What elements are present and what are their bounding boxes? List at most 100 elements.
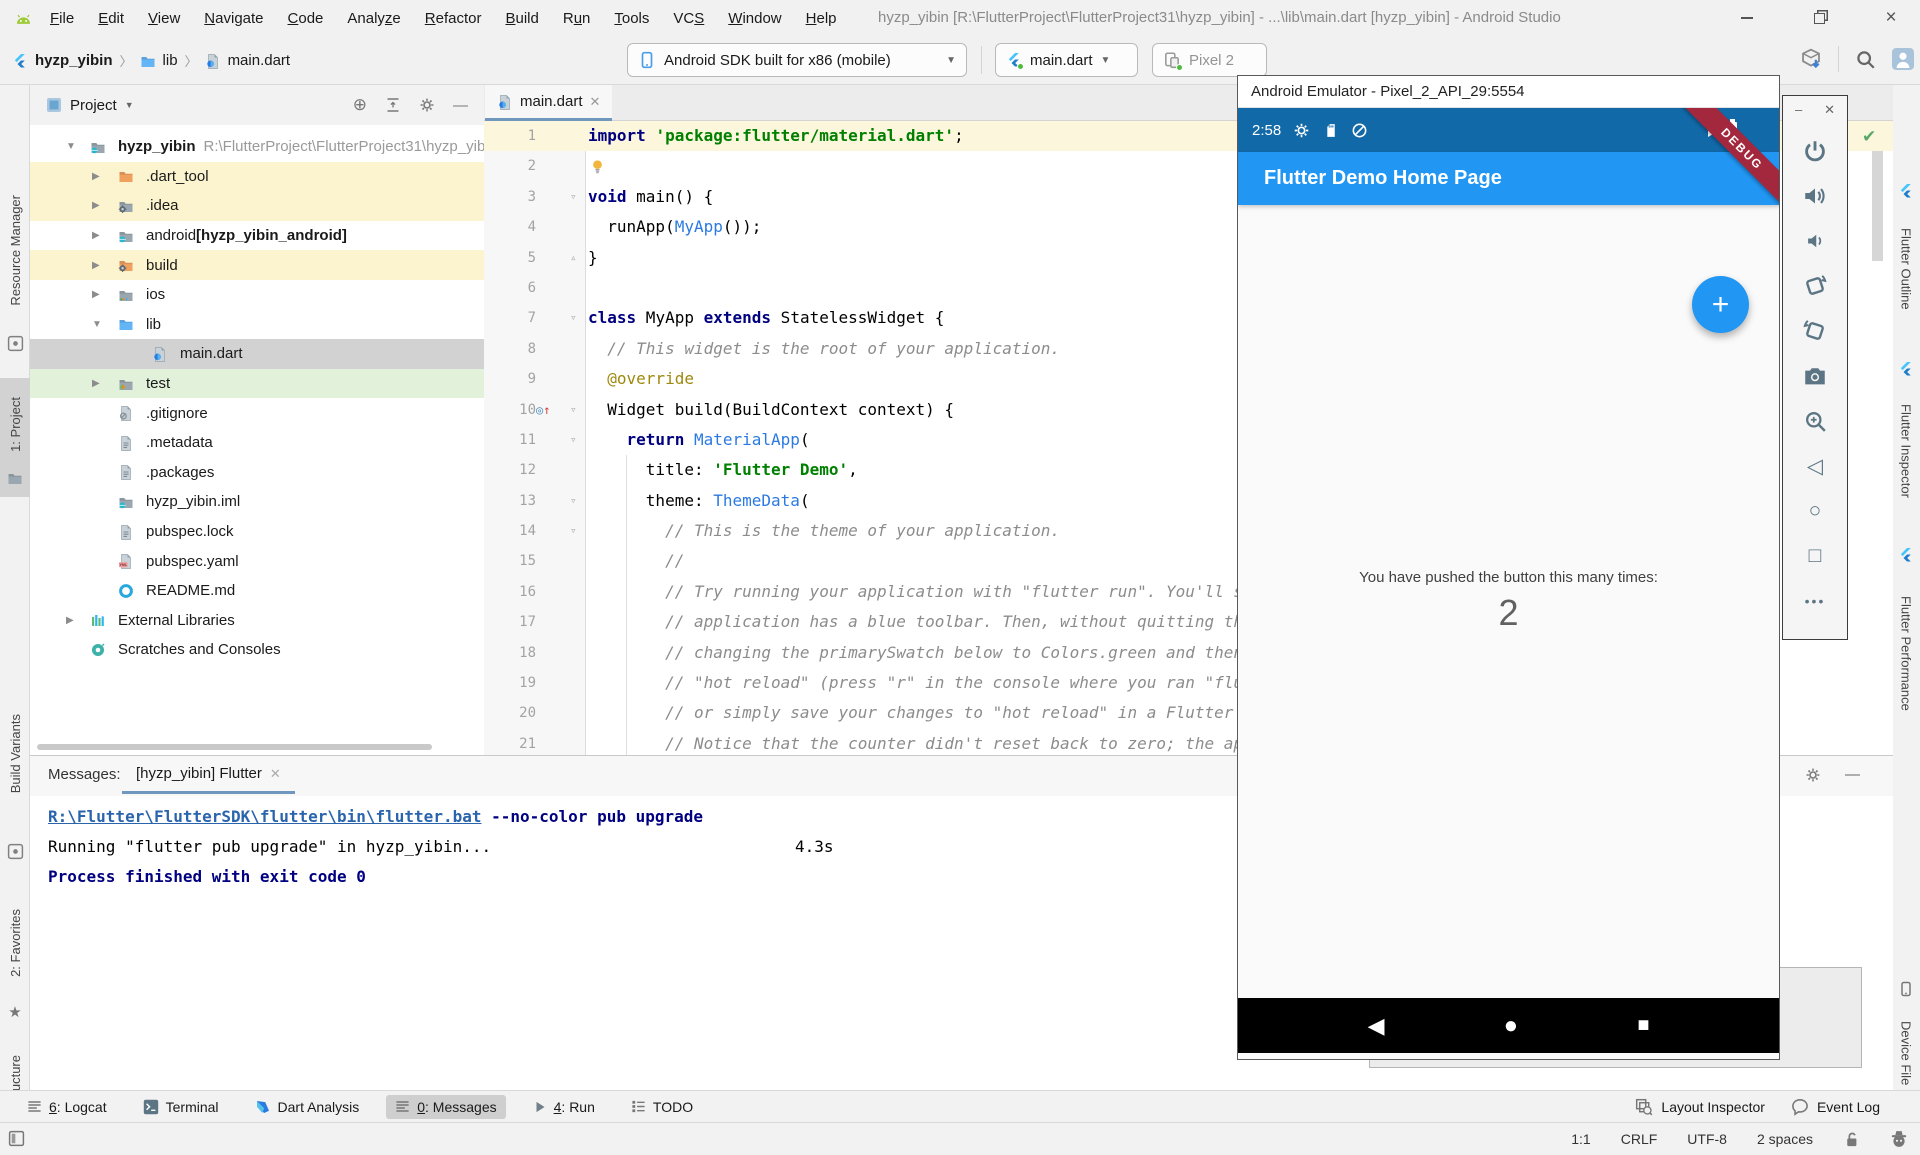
tree-item-pubspec-lock[interactable]: pubspec.lock <box>30 517 484 547</box>
chevron-expanded-icon[interactable]: ▼ <box>66 132 76 162</box>
chevron-collapsed-icon[interactable]: ▶ <box>92 162 100 192</box>
toolwindow-button-todo[interactable]: TODO <box>622 1095 702 1119</box>
menu-refactor[interactable]: Refactor <box>415 6 492 31</box>
close-tab-icon[interactable]: ✕ <box>590 94 601 110</box>
emulator-power-button[interactable] <box>1802 138 1828 164</box>
menu-analyze[interactable]: Analyze <box>337 6 410 31</box>
nav-home-button[interactable]: ● <box>1504 1012 1519 1040</box>
caret-position[interactable]: 1:1 <box>1571 1131 1590 1147</box>
emulator-back-button[interactable]: ◁ <box>1802 453 1828 479</box>
minimize-button[interactable] <box>1724 0 1770 36</box>
chevron-expanded-icon[interactable]: ▼ <box>92 310 102 340</box>
fold-marker-icon[interactable]: ▿ <box>570 182 577 212</box>
device-button[interactable]: Pixel 2 <box>1152 43 1267 77</box>
emulator-close-button[interactable]: ✕ <box>1824 102 1835 118</box>
menu-help[interactable]: Help <box>796 6 847 31</box>
tree-item-test[interactable]: ▶test <box>30 369 484 399</box>
emulator-overview-button[interactable]: □ <box>1802 543 1828 569</box>
menu-navigate[interactable]: Navigate <box>194 6 273 31</box>
sidebar-item-flutter-performance[interactable]: Flutter Performance <box>1891 573 1920 733</box>
emulator-rotate-left-button[interactable] <box>1802 273 1828 299</box>
tree-item--gitignore[interactable]: .gitignore <box>30 398 484 428</box>
indent-setting[interactable]: 2 spaces <box>1757 1131 1813 1147</box>
toolwindow-button-layout-inspector[interactable]: Layout Inspector <box>1635 1098 1765 1116</box>
breadcrumb-lib[interactable]: lib <box>163 52 178 69</box>
sidebar-item-flutter-inspector[interactable]: Flutter Inspector <box>1891 387 1920 515</box>
collapse-all-icon[interactable] <box>385 97 401 113</box>
sidebar-item-favorites[interactable]: 2: Favorites <box>0 893 30 993</box>
toolwindow-button-terminal[interactable]: Terminal <box>134 1095 228 1119</box>
tree-item-hyzp-yibin-iml[interactable]: hyzp_yibin.iml <box>30 487 484 517</box>
tree-item--packages[interactable]: .packages <box>30 458 484 488</box>
hide-panel-icon[interactable]: — <box>453 97 468 114</box>
emulator-volume-up-button[interactable] <box>1802 183 1828 209</box>
tree-item--dart-tool[interactable]: ▶.dart_tool <box>30 162 484 192</box>
menu-view[interactable]: View <box>138 6 190 31</box>
emulator-minimize-button[interactable]: – <box>1795 102 1802 118</box>
fab-add-button[interactable]: + <box>1692 276 1749 333</box>
toolwindow-button-dart-analysis[interactable]: Dart Analysis <box>246 1095 369 1119</box>
toolwindow-button-logcat[interactable]: 6: Logcat <box>18 1095 116 1119</box>
intention-bulb-icon[interactable] <box>590 159 605 174</box>
menu-vcs[interactable]: VCS <box>663 6 714 31</box>
star-icon[interactable]: ★ <box>5 1003 25 1021</box>
breadcrumb-file[interactable]: main.dart <box>228 52 291 69</box>
tree-item-external-libraries[interactable]: ▶External Libraries <box>30 606 484 636</box>
menu-code[interactable]: Code <box>278 6 334 31</box>
profile-hat-icon[interactable] <box>1890 1130 1908 1148</box>
tree-item-build[interactable]: ▶build <box>30 250 484 280</box>
chevron-collapsed-icon[interactable]: ▶ <box>92 250 100 280</box>
tree-item-ios[interactable]: ▶ios <box>30 280 484 310</box>
fold-marker-icon[interactable]: ▿ <box>570 486 577 516</box>
toolwindow-button-messages[interactable]: 0: Messages <box>386 1095 505 1119</box>
avatar[interactable] <box>1892 48 1914 70</box>
chevron-collapsed-icon[interactable]: ▶ <box>92 221 100 251</box>
search-icon[interactable] <box>1855 49 1876 70</box>
fold-marker-icon[interactable]: ▵ <box>570 243 577 273</box>
menu-file[interactable]: File <box>40 6 84 31</box>
breadcrumb-project[interactable]: hyzp_yibin <box>35 52 113 69</box>
toolwindow-button-run[interactable]: 4: Run <box>524 1095 604 1119</box>
nav-overview-button[interactable]: ■ <box>1637 1014 1649 1037</box>
menu-build[interactable]: Build <box>495 6 548 31</box>
tab-flutter-messages[interactable]: [hyzp_yibin] Flutter ✕ <box>122 756 295 794</box>
plugin-icon[interactable] <box>5 335 25 352</box>
menu-run[interactable]: Run <box>553 6 601 31</box>
tree-item--idea[interactable]: ▶.idea <box>30 191 484 221</box>
restore-button[interactable] <box>1796 0 1842 36</box>
fold-marker-icon[interactable]: ▿ <box>570 516 577 546</box>
chevron-collapsed-icon[interactable]: ▶ <box>92 280 100 310</box>
close-tab-icon[interactable]: ✕ <box>270 766 281 782</box>
file-path-link[interactable]: R:\Flutter\FlutterSDK\flutter\bin\flutte… <box>48 807 481 826</box>
menu-edit[interactable]: Edit <box>88 6 134 31</box>
toolwindow-button-event-log[interactable]: Event Log <box>1791 1098 1880 1116</box>
sidebar-item-build-variants[interactable]: Build Variants <box>0 697 30 810</box>
tree-item-scratches-and-consoles[interactable]: Scratches and Consoles <box>30 635 484 665</box>
toolwindow-toggle-icon[interactable] <box>8 1130 25 1147</box>
emulator-more-button[interactable]: ••• <box>1802 588 1828 614</box>
menu-tools[interactable]: Tools <box>604 6 659 31</box>
emulator-volume-down-button[interactable] <box>1802 228 1828 254</box>
sidebar-item-flutter-outline[interactable]: Flutter Outline <box>1891 209 1920 329</box>
tree-item-hyzp-yibin[interactable]: ▼hyzp_yibinR:\FlutterProject\FlutterProj… <box>30 132 484 162</box>
run-config-dropdown[interactable]: main.dart ▼ <box>995 43 1138 77</box>
override-marker-icon[interactable]: ◎↑ <box>536 395 550 425</box>
fold-marker-icon[interactable]: ▿ <box>570 425 577 455</box>
breadcrumb[interactable]: hyzp_yibin 〉 lib 〉 main.dart <box>12 36 290 85</box>
emulator-title[interactable]: Android Emulator - Pixel_2_API_29:5554 <box>1238 76 1779 108</box>
emulator-screen[interactable]: 2:58 Flutter Demo Home Page DEBUG You ha… <box>1238 108 1779 1059</box>
hide-panel-icon[interactable]: — <box>1845 766 1860 783</box>
line-ending[interactable]: CRLF <box>1621 1131 1658 1147</box>
tree-item-lib[interactable]: ▼lib <box>30 310 484 340</box>
inspection-ok-icon[interactable]: ✔ <box>1862 127 1876 147</box>
close-button[interactable]: × <box>1868 0 1914 36</box>
fold-marker-icon[interactable]: ▿ <box>570 395 577 425</box>
unlock-icon[interactable] <box>1843 1131 1860 1148</box>
encoding[interactable]: UTF-8 <box>1687 1131 1727 1147</box>
gear-icon[interactable] <box>1805 766 1821 783</box>
tree-item-readme-md[interactable]: README.md <box>30 576 484 606</box>
locate-file-icon[interactable]: ⊕ <box>353 95 367 115</box>
sdk-manager-icon[interactable] <box>1800 48 1822 70</box>
fold-marker-icon[interactable]: ▿ <box>570 303 577 333</box>
device-selector-dropdown[interactable]: Android SDK built for x86 (mobile) ▼ <box>627 43 967 77</box>
